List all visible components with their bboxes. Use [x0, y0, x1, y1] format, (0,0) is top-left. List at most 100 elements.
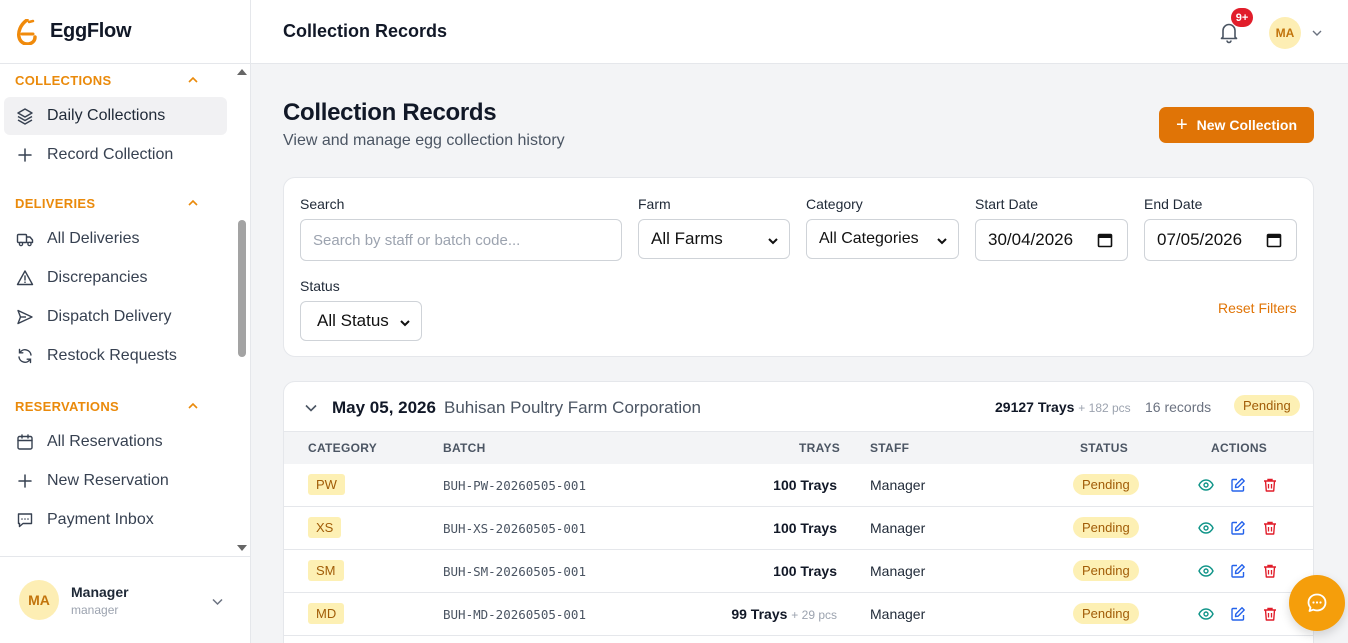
- farm-select[interactable]: All Farms: [638, 219, 790, 259]
- layers-icon: [17, 108, 33, 125]
- category-select[interactable]: All Categories: [806, 219, 959, 259]
- view-icon[interactable]: [1198, 520, 1214, 536]
- sidebar-nav: COLLECTIONS Daily Collections Record Col…: [0, 64, 235, 556]
- status-select[interactable]: All Status: [300, 301, 422, 341]
- table-row: MD BUH-MD-20260505-001 99 Trays + 29 pcs…: [284, 593, 1313, 636]
- filters-panel: Search Search by staff or batch code... …: [283, 177, 1314, 357]
- plus-icon: +: [1175, 114, 1188, 136]
- sidebar-item-label: Daily Collections: [47, 107, 166, 124]
- section-reservations[interactable]: RESERVATIONS: [0, 390, 235, 422]
- trays-value: 99 Trays + 29 pcs: [731, 606, 837, 622]
- search-input[interactable]: Search by staff or batch code...: [300, 219, 622, 261]
- col-status: STATUS: [1080, 441, 1129, 455]
- sidebar-item-all-reservations[interactable]: All Reservations: [4, 423, 227, 461]
- sidebar-item-new-reservation[interactable]: New Reservation: [4, 462, 227, 500]
- col-batch: BATCH: [443, 441, 486, 455]
- end-date-value: 07/05/2026: [1157, 230, 1243, 249]
- start-date-input[interactable]: 30/04/2026: [975, 219, 1128, 261]
- group-pcs: + 182 pcs: [1078, 401, 1131, 415]
- batch-code: BUH-XS-20260505-001: [443, 521, 586, 536]
- topbar: Collection Records 9+ MA: [251, 0, 1348, 64]
- trays-count: 100 Trays: [773, 477, 837, 493]
- section-deliveries[interactable]: DELIVERIES: [0, 187, 235, 219]
- truck-icon: [16, 233, 34, 247]
- trays-value: 100 Trays: [773, 520, 837, 536]
- farm-label: Farm: [638, 196, 671, 212]
- egg-logo-icon: [17, 18, 37, 45]
- delete-icon[interactable]: [1262, 520, 1278, 536]
- chevron-down-icon: [400, 320, 410, 327]
- chevron-down-icon[interactable]: [304, 401, 318, 415]
- user-menu[interactable]: MA Manager manager: [0, 556, 250, 643]
- sidebar-item-record-collection[interactable]: Record Collection: [4, 136, 227, 174]
- edit-icon[interactable]: [1230, 520, 1246, 536]
- sidebar-item-label: All Deliveries: [47, 230, 140, 247]
- view-icon[interactable]: [1198, 563, 1214, 579]
- category-badge: SM: [308, 560, 344, 581]
- delete-icon[interactable]: [1262, 563, 1278, 579]
- chat-button[interactable]: [1289, 575, 1345, 631]
- category-badge: PW: [308, 474, 345, 495]
- new-collection-button[interactable]: + New Collection: [1159, 107, 1314, 143]
- sidebar-item-restock-requests[interactable]: Restock Requests: [4, 337, 227, 375]
- status-badge: Pending: [1073, 517, 1139, 538]
- view-icon[interactable]: [1198, 606, 1214, 622]
- sidebar-item-label: Restock Requests: [47, 347, 177, 364]
- edit-icon[interactable]: [1230, 477, 1246, 493]
- chevron-down-icon: [768, 238, 778, 245]
- calendar-icon[interactable]: [1266, 232, 1282, 248]
- sidebar-item-payment-inbox[interactable]: Payment Inbox: [4, 501, 227, 539]
- sidebar-item-all-deliveries[interactable]: All Deliveries: [4, 220, 227, 258]
- calendar-icon: [17, 434, 33, 450]
- trays-count: 99 Trays: [731, 606, 788, 622]
- scroll-thumb[interactable]: [238, 220, 246, 357]
- calendar-icon[interactable]: [1097, 232, 1113, 248]
- send-icon: [17, 309, 33, 325]
- delete-icon[interactable]: [1262, 477, 1278, 493]
- edit-icon[interactable]: [1230, 563, 1246, 579]
- group-farm: Buhisan Poultry Farm Corporation: [444, 398, 702, 417]
- edit-icon[interactable]: [1230, 606, 1246, 622]
- notification-badge: 9+: [1231, 8, 1253, 27]
- group-trays: 29127 Trays + 182 pcs: [995, 399, 1131, 415]
- topbar-title: Collection Records: [283, 21, 448, 41]
- sidebar-item-dispatch-delivery[interactable]: Dispatch Delivery: [4, 298, 227, 336]
- avatar: MA: [19, 580, 59, 620]
- brand[interactable]: EggFlow: [0, 0, 250, 64]
- sidebar-item-label: Dispatch Delivery: [47, 308, 172, 325]
- chevron-down-icon[interactable]: [1311, 27, 1323, 39]
- start-date-label: Start Date: [975, 196, 1039, 212]
- group-header[interactable]: May 05, 2026 Buhisan Poultry Farm Corpor…: [284, 382, 1313, 432]
- batch-code: BUH-SM-20260505-001: [443, 564, 586, 579]
- section-collections[interactable]: COLLECTIONS: [0, 64, 235, 96]
- col-staff: STAFF: [870, 441, 910, 455]
- group-records: 16 records: [1145, 399, 1212, 415]
- reset-filters-link[interactable]: Reset Filters: [1218, 300, 1297, 316]
- view-icon[interactable]: [1198, 477, 1214, 493]
- sidebar-scrollbar[interactable]: [236, 64, 250, 556]
- user-role: manager: [71, 602, 119, 617]
- scroll-up-arrow-icon[interactable]: [237, 69, 247, 75]
- sidebar-item-discrepancies[interactable]: Discrepancies: [4, 259, 227, 297]
- group-trays-value: 29127 Trays: [995, 399, 1075, 415]
- group-date: May 05, 2026: [332, 398, 436, 417]
- sidebar-item-label: New Reservation: [47, 472, 169, 489]
- chevron-up-icon: [188, 199, 198, 206]
- message-icon: [17, 513, 33, 528]
- batch-code: BUH-PW-20260505-001: [443, 478, 586, 493]
- sidebar-item-daily-collections[interactable]: Daily Collections: [4, 97, 227, 135]
- avatar[interactable]: MA: [1269, 17, 1301, 49]
- refresh-icon: [18, 348, 32, 364]
- delete-icon[interactable]: [1262, 606, 1278, 622]
- scroll-down-arrow-icon[interactable]: [237, 545, 247, 551]
- end-date-input[interactable]: 07/05/2026: [1144, 219, 1297, 261]
- trays-pcs: + 29 pcs: [791, 608, 837, 622]
- status-badge: Pending: [1073, 474, 1139, 495]
- page-title: Collection Records: [283, 99, 497, 126]
- batch-code: BUH-MD-20260505-001: [443, 607, 586, 622]
- col-category: CATEGORY: [308, 441, 378, 455]
- status-badge: Pending: [1234, 395, 1300, 416]
- trays-count: 100 Trays: [773, 520, 837, 536]
- table-row: PW BUH-PW-20260505-001 100 Trays Manager…: [284, 464, 1313, 507]
- section-title: COLLECTIONS: [15, 72, 112, 88]
